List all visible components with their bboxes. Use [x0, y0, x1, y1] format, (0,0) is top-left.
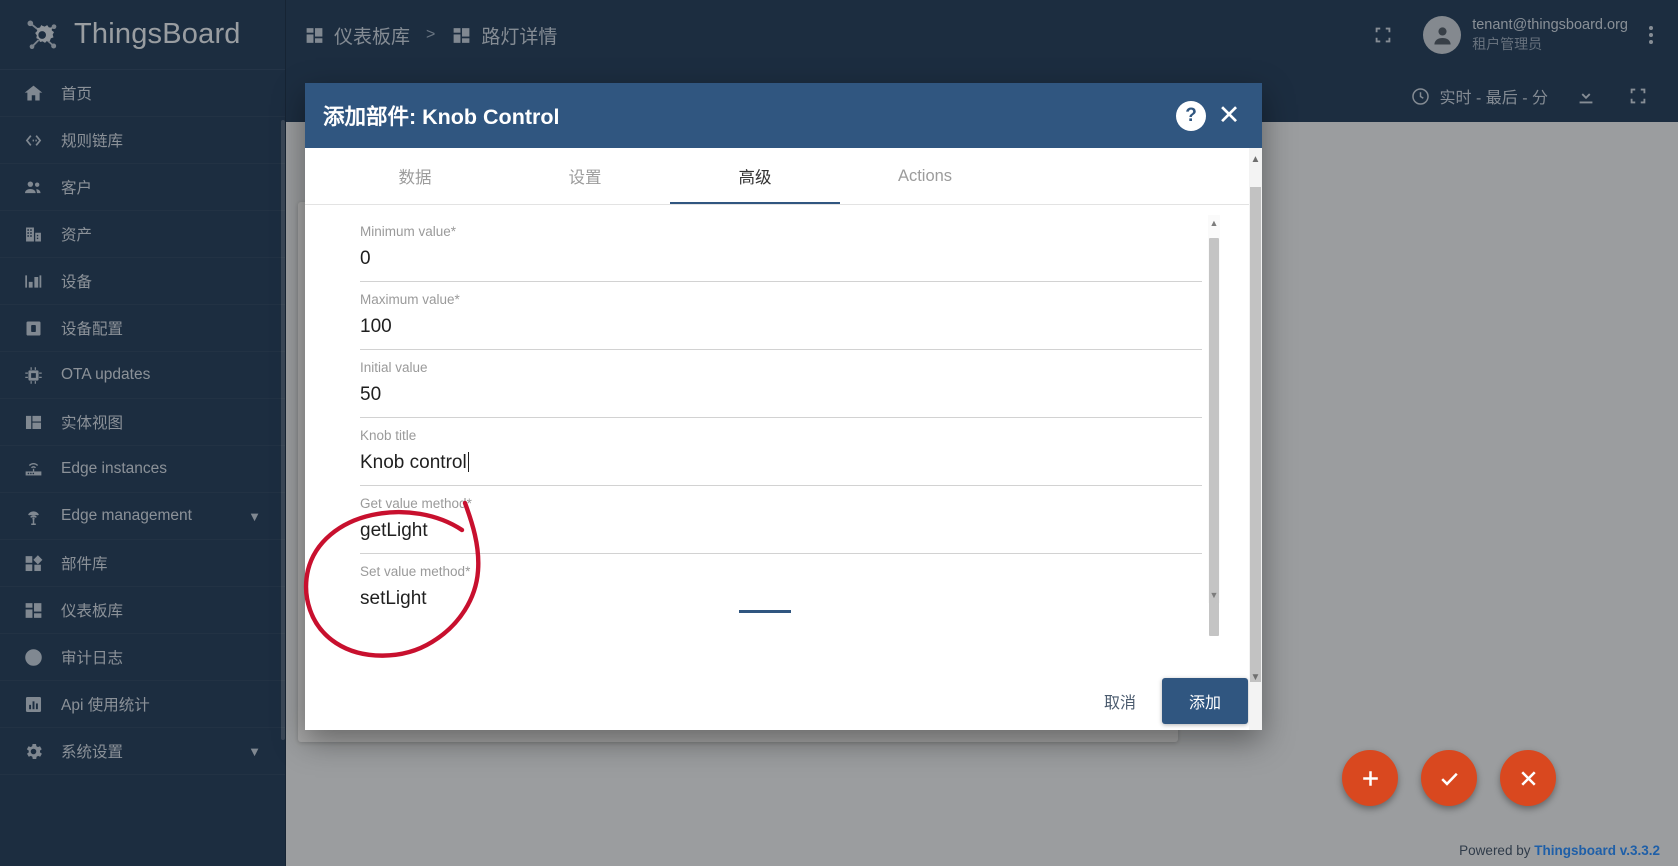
discard-changes-fab[interactable] — [1500, 750, 1556, 806]
form-scrollbar-thumb[interactable] — [1209, 238, 1219, 636]
dashboard-edit-fabs — [1342, 750, 1556, 806]
field-minimum-value: Minimum value* 0 — [360, 224, 1202, 283]
help-icon[interactable]: ? — [1176, 100, 1206, 131]
dialog-tabs: 数据 设置 高级 Actions — [305, 148, 1262, 205]
scroll-down-icon[interactable]: ▼ — [1208, 588, 1220, 602]
field-set-value-method: Set value method* setLight — [360, 564, 1202, 612]
plus-icon — [1362, 770, 1378, 786]
close-icon — [1520, 770, 1536, 786]
tab-settings[interactable]: 设置 — [500, 148, 670, 204]
get-value-method-input[interactable]: getLight — [360, 520, 1202, 554]
dialog-title: 添加部件: Knob Control — [323, 105, 560, 129]
field-label: Initial value — [360, 360, 428, 375]
app-root: ThingsBoard 首页 规则链库 客户 资产 设备 设备配置 OTA up… — [0, 0, 1678, 866]
dialog-header-actions: ? ✕ — [1176, 99, 1246, 133]
field-label: Get value method* — [360, 496, 472, 511]
text-caret — [467, 452, 469, 472]
field-get-value-method: Get value method* getLight — [360, 496, 1202, 555]
advanced-settings-form: Minimum value* 0 Maximum value* 100 Init… — [305, 205, 1262, 612]
dialog-header: 添加部件: Knob Control ? ✕ — [305, 83, 1262, 148]
maximum-value-input[interactable]: 100 — [360, 316, 1202, 350]
add-button[interactable]: 添加 — [1161, 677, 1248, 724]
field-maximum-value: Maximum value* 100 — [360, 292, 1202, 351]
check-icon — [1440, 772, 1458, 786]
knob-title-value: Knob control — [360, 452, 467, 473]
cancel-button[interactable]: 取消 — [1086, 680, 1154, 722]
field-initial-value: Initial value 50 — [360, 360, 1202, 419]
knob-title-input[interactable]: Knob control — [360, 452, 1202, 486]
dialog-scroll-down-icon[interactable]: ▼ — [1249, 669, 1262, 685]
field-knob-title: Knob title Knob control — [360, 428, 1202, 487]
minimum-value-input[interactable]: 0 — [360, 248, 1202, 282]
dialog-body: 数据 设置 高级 Actions Minimum value* 0 Maximu… — [305, 148, 1262, 671]
dialog-footer: 取消 添加 — [305, 671, 1262, 730]
thingsboard-version-link[interactable]: Thingsboard v.3.3.2 — [1534, 843, 1660, 858]
tab-label: 设置 — [568, 169, 602, 187]
powered-by-footer: Powered by Thingsboard v.3.3.2 — [1459, 843, 1660, 858]
focused-field-underline — [739, 610, 791, 613]
field-label: Set value method* — [360, 564, 471, 579]
scroll-up-icon[interactable]: ▲ — [1208, 216, 1220, 230]
apply-changes-fab[interactable] — [1421, 750, 1477, 806]
field-label: Knob title — [360, 428, 417, 443]
set-value-method-input[interactable]: setLight — [360, 588, 1202, 612]
tab-data[interactable]: 数据 — [330, 148, 500, 204]
tab-label: 数据 — [398, 169, 432, 187]
tab-label: 高级 — [738, 169, 772, 187]
add-widget-dialog: 添加部件: Knob Control ? ✕ 数据 设置 高级 Actions — [305, 83, 1262, 730]
initial-value-input[interactable]: 50 — [360, 384, 1202, 418]
field-label: Minimum value* — [360, 224, 457, 239]
tab-actions[interactable]: Actions — [840, 148, 1010, 204]
add-widget-fab[interactable] — [1342, 750, 1398, 806]
close-icon[interactable]: ✕ — [1212, 99, 1246, 133]
dialog-scrollbar-thumb[interactable] — [1250, 187, 1261, 682]
field-label: Maximum value* — [360, 292, 460, 307]
dialog-scroll-up-icon[interactable]: ▲ — [1249, 151, 1262, 167]
tab-label: Actions — [897, 166, 953, 185]
powered-by-text: Powered by — [1459, 843, 1535, 858]
tab-advanced[interactable]: 高级 — [670, 148, 840, 204]
